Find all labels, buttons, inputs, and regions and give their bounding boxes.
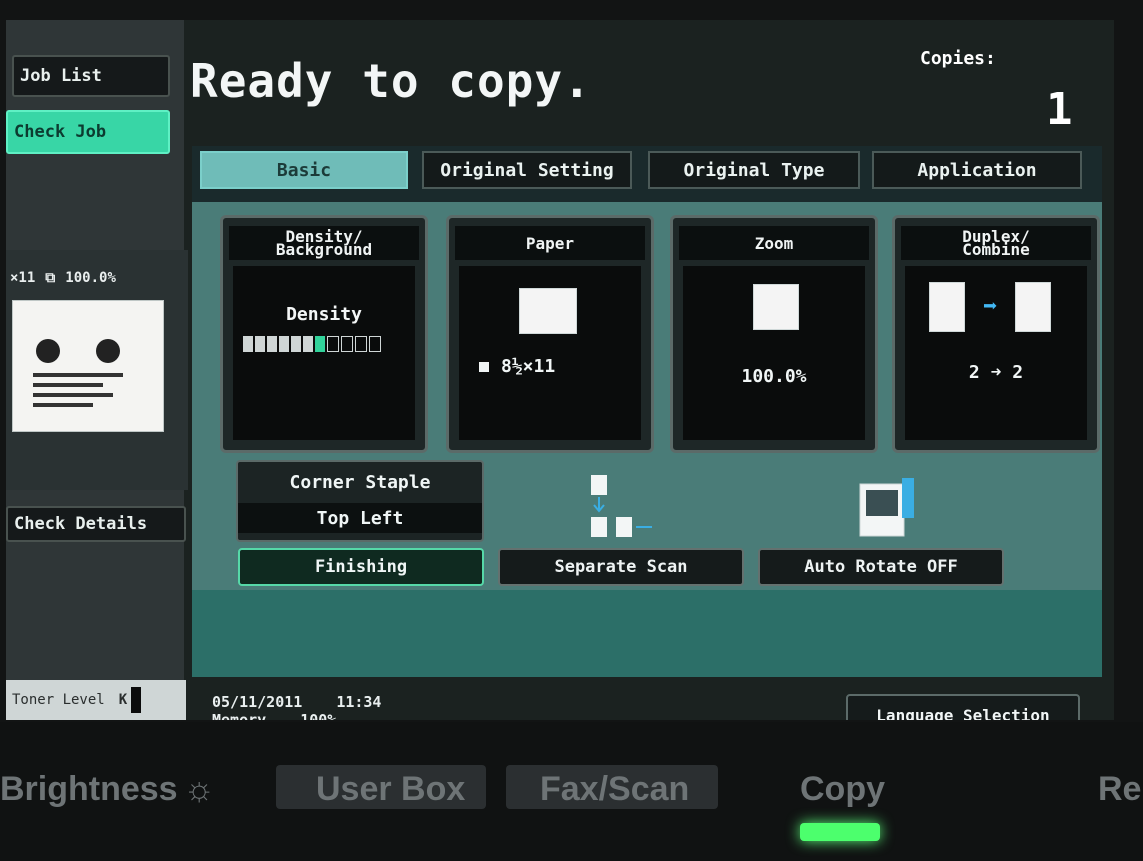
duplex-output-icon	[1015, 282, 1051, 332]
job-preview: ×11 ⧉ 100.0% Check Details	[6, 250, 188, 542]
paper-size: 8½×11	[501, 356, 556, 377]
duplex-source-icon	[929, 282, 965, 332]
check-details-button[interactable]: Check Details	[6, 506, 186, 542]
density-segment	[369, 336, 381, 352]
paper-orientation-icon: ⧉	[45, 270, 56, 286]
density-segment	[279, 336, 289, 352]
toner-channel: K	[118, 692, 128, 708]
density-segment-active	[315, 336, 325, 352]
scan-page-icon	[591, 475, 607, 495]
status-bar: 05/11/2011 11:34 Memory 100%	[212, 694, 381, 720]
density-segment	[327, 336, 339, 352]
tab-basic[interactable]: Basic	[200, 151, 408, 189]
sun-icon: ☼	[183, 770, 215, 808]
scan-page-icon	[616, 517, 632, 537]
rotate-image-icon	[866, 490, 898, 516]
paper-tray-icon	[479, 362, 489, 372]
down-arrow-icon	[593, 497, 605, 513]
staple-position: Top Left	[238, 503, 482, 533]
toner-level: Toner Level K	[6, 680, 186, 720]
zoom-value: 100.0%	[741, 366, 807, 387]
preview-text-line	[33, 403, 93, 407]
copy-key[interactable]: Copy	[800, 770, 885, 809]
zoom-card[interactable]: Zoom 100.0%	[670, 215, 878, 453]
brightness-label: Brightness	[0, 770, 178, 808]
scan-page-icon	[591, 517, 607, 537]
user-box-key[interactable]: User Box	[316, 770, 465, 809]
density-segment	[267, 336, 277, 352]
preview-page-icon	[12, 300, 164, 432]
status-title: Ready to copy.	[190, 54, 592, 108]
paper-card-header: Paper	[455, 226, 645, 260]
brightness-key[interactable]: Brightness ☼	[0, 770, 215, 809]
duplex-card-header: Duplex/ Combine	[901, 226, 1091, 260]
staple-type: Corner Staple	[289, 472, 431, 493]
preview-text-line	[33, 373, 123, 377]
toner-label: Toner Level	[12, 692, 105, 708]
copies-label: Copies:	[920, 48, 996, 69]
zoom-icon	[753, 284, 799, 330]
tab-original-setting[interactable]: Original Setting	[422, 151, 632, 189]
density-card[interactable]: Density/ Background Density	[220, 215, 428, 453]
preview-text-line	[33, 383, 103, 387]
rotate-side-icon	[902, 478, 914, 518]
density-card-header: Density/ Background	[229, 226, 419, 260]
paper-card-body: 8½×11	[459, 266, 641, 440]
separate-scan-icon-svg	[591, 475, 652, 537]
separate-scan-button[interactable]: Separate Scan	[498, 548, 744, 586]
staple-box[interactable]: Corner Staple Top Left	[236, 460, 484, 542]
duplex-value: 2 ➜ 2	[968, 362, 1024, 383]
density-segment	[341, 336, 353, 352]
memory-label: Memory	[212, 711, 267, 720]
copy-led-indicator	[800, 823, 880, 841]
check-job-button[interactable]: Check Job	[6, 110, 170, 154]
job-list-button[interactable]: Job List	[12, 55, 170, 97]
density-segment	[303, 336, 313, 352]
duplex-card-body: ➡ 2 ➜ 2	[905, 266, 1087, 440]
zoom-card-header: Zoom	[679, 226, 869, 260]
touch-screen: Job List Check Job ×11 ⧉ 100.0% Check De…	[6, 20, 1114, 720]
toner-bar-icon	[131, 687, 142, 713]
auto-rotate-button[interactable]: Auto Rotate OFF	[758, 548, 1004, 586]
partial-key-right[interactable]: Re	[1098, 770, 1141, 809]
density-level-bar	[243, 336, 405, 352]
preview-chart-dot	[96, 339, 120, 363]
auto-rotate-icon-svg	[859, 478, 914, 537]
tab-original-type[interactable]: Original Type	[648, 151, 860, 189]
panel-lower-area	[192, 590, 1102, 677]
arrow-right-icon: ➡	[983, 292, 998, 320]
density-segment	[243, 336, 253, 352]
fax-scan-key[interactable]: Fax/Scan	[540, 770, 689, 809]
language-selection-button[interactable]: Language Selection	[846, 694, 1080, 720]
preview-paper-size: ×11	[10, 270, 36, 286]
density-label: Density	[286, 304, 362, 325]
preview-chart-dot	[36, 339, 60, 363]
duplex-card[interactable]: Duplex/ Combine ➡ 2 ➜ 2	[892, 215, 1100, 453]
density-segment	[291, 336, 301, 352]
preview-info: ×11 ⧉ 100.0%	[6, 264, 188, 292]
tab-application[interactable]: Application	[872, 151, 1082, 189]
paper-icon	[519, 288, 577, 334]
zoom-card-body: 100.0%	[683, 266, 865, 440]
preview-zoom: 100.0%	[65, 270, 116, 286]
status-time: 11:34	[336, 693, 382, 711]
auto-rotate-icon	[858, 478, 918, 548]
memory-value: 100%	[300, 711, 337, 720]
separate-scan-icon	[586, 465, 656, 545]
preview-text-line	[33, 393, 113, 397]
preview-page-svg	[33, 339, 123, 407]
status-date: 05/11/2011	[212, 693, 303, 711]
density-segment	[355, 336, 367, 352]
density-segment	[255, 336, 265, 352]
finishing-button[interactable]: Finishing	[238, 548, 484, 586]
density-card-body: Density	[233, 266, 415, 440]
copies-value[interactable]: 1	[1046, 84, 1073, 135]
paper-card[interactable]: Paper 8½×11	[446, 215, 654, 453]
